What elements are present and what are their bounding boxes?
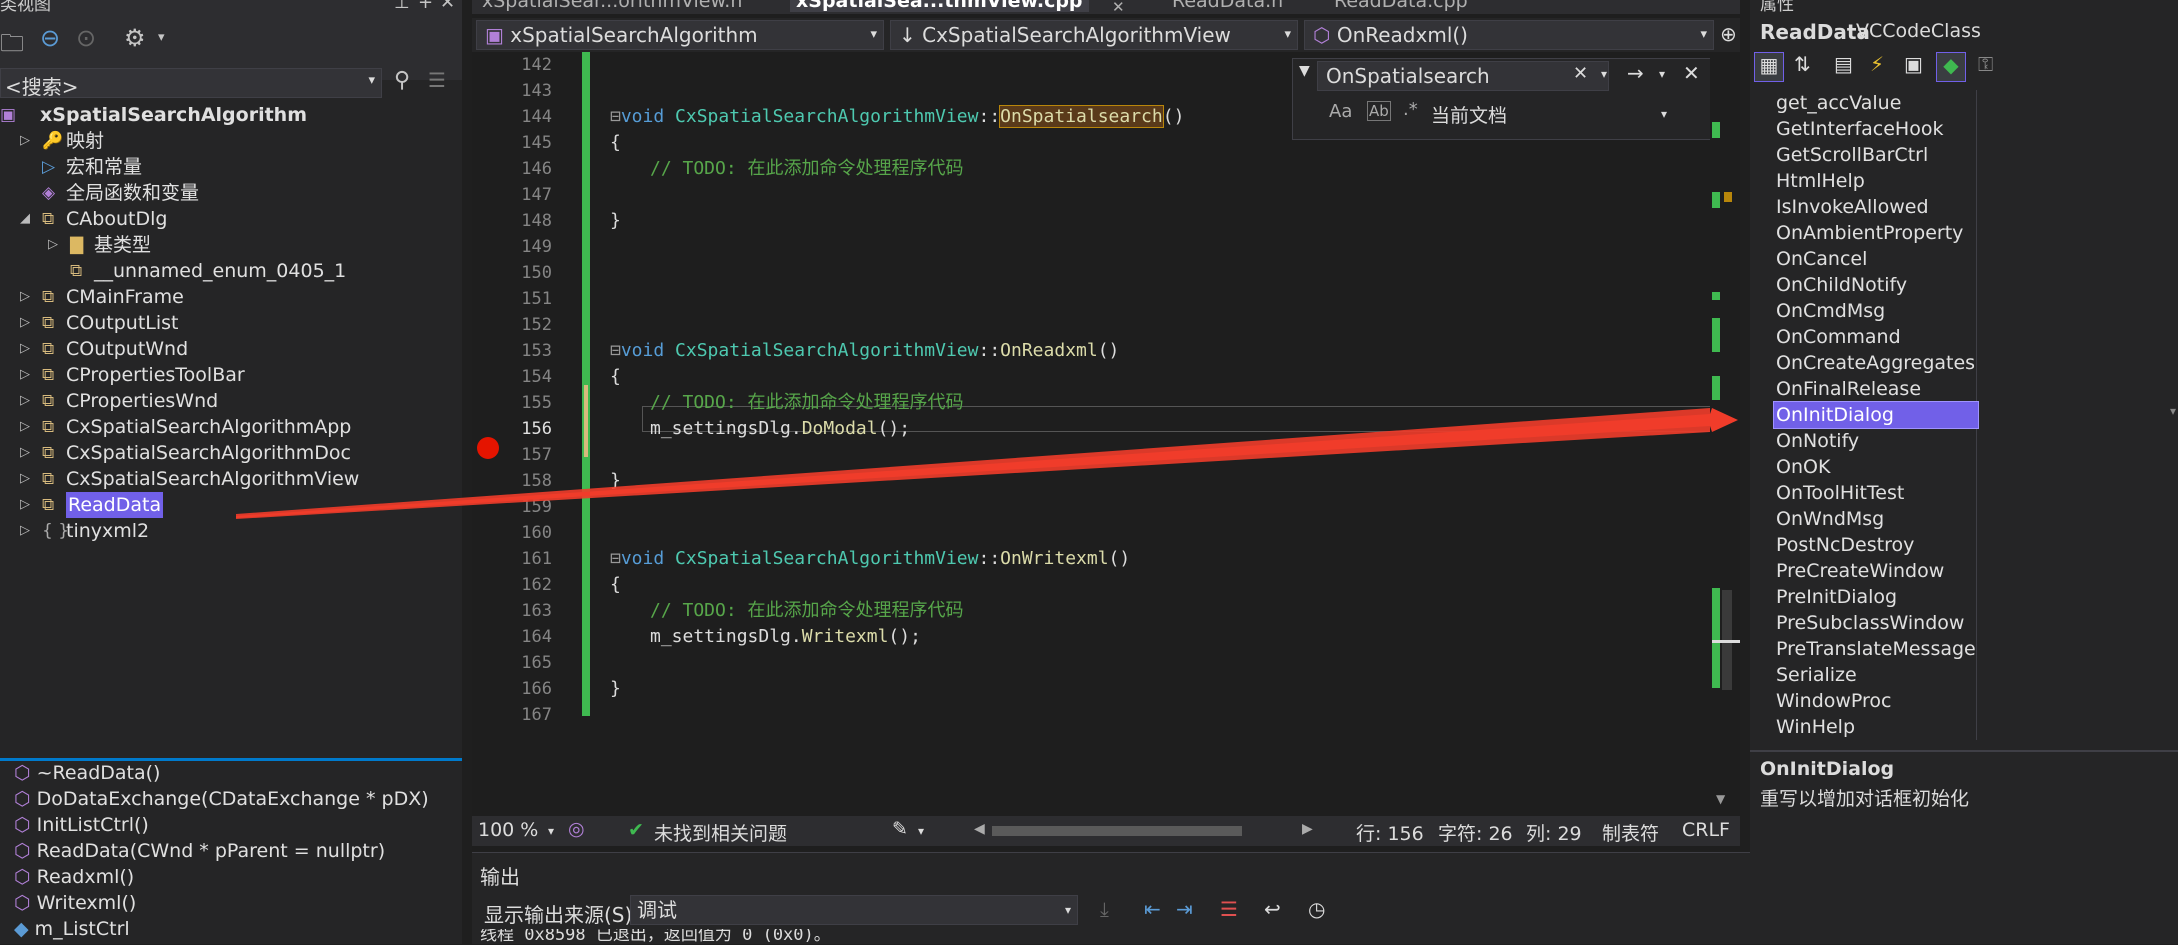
annotation-overlay: [236, 408, 1738, 519]
annotation-arrow-body: [236, 408, 1710, 519]
